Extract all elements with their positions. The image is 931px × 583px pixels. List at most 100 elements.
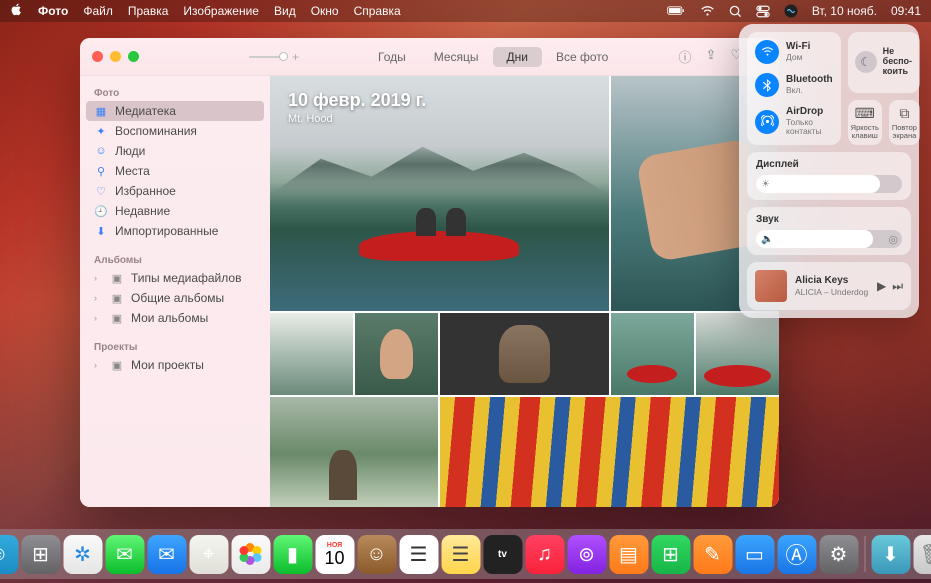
dock-facetime-icon[interactable]: ▮ bbox=[273, 535, 312, 574]
menubar-app-name[interactable]: Фото bbox=[38, 4, 68, 18]
menubar-item-view[interactable]: Вид bbox=[274, 4, 296, 18]
folder-icon: ▣ bbox=[110, 311, 124, 325]
sidebar-item-imports[interactable]: ⬇Импортированные bbox=[80, 221, 270, 241]
photo-thumbnail[interactable] bbox=[270, 313, 353, 395]
dock-mail-icon[interactable]: ✉ bbox=[147, 535, 186, 574]
dock-numbers-icon[interactable]: ⊞ bbox=[651, 535, 690, 574]
sidebar-item-shared[interactable]: ›▣Общие альбомы bbox=[80, 288, 270, 308]
sidebar-item-myalbums[interactable]: ›▣Мои альбомы bbox=[80, 308, 270, 328]
dock-tv-icon[interactable]: tv bbox=[483, 535, 522, 574]
sidebar-item-places[interactable]: ⚲Места bbox=[80, 161, 270, 181]
control-center-icon[interactable] bbox=[756, 5, 770, 18]
airdrop-toggle[interactable]: AirDropТолько контакты bbox=[755, 106, 833, 137]
photos-window: + Годы Месяцы Дни Все фото ⓘ ⇪ ♡ ↺ Фото … bbox=[80, 38, 779, 507]
dock-settings-icon[interactable]: ⚙ bbox=[819, 535, 858, 574]
close-button[interactable] bbox=[92, 51, 103, 62]
zoom-button[interactable] bbox=[128, 51, 139, 62]
screen-mirror-icon: ⧉ bbox=[892, 105, 917, 122]
dock-podcasts-icon[interactable]: ⊚ bbox=[567, 535, 606, 574]
minimize-button[interactable] bbox=[110, 51, 121, 62]
dock-finder-icon[interactable]: ☺ bbox=[0, 535, 18, 574]
display-brightness-slider[interactable]: ☀ bbox=[756, 175, 902, 193]
segment-years[interactable]: Годы bbox=[364, 47, 420, 67]
view-segmented-control: Годы Месяцы Дни Все фото bbox=[364, 47, 622, 67]
dock-separator bbox=[864, 536, 865, 572]
sidebar-item-recents[interactable]: 🕘Недавние bbox=[80, 201, 270, 221]
menubar-date[interactable]: Вт, 10 нояб. bbox=[812, 4, 877, 18]
titlebar: + Годы Месяцы Дни Все фото ⓘ ⇪ ♡ ↺ bbox=[80, 38, 779, 76]
dock-contacts-icon[interactable]: ☺ bbox=[357, 535, 396, 574]
menubar-item-edit[interactable]: Правка bbox=[128, 4, 169, 18]
menubar-item-help[interactable]: Справка bbox=[354, 4, 401, 18]
airplay-audio-icon[interactable]: ◎ bbox=[888, 233, 898, 246]
photo-thumbnail[interactable] bbox=[440, 397, 779, 507]
dock-calendar-icon[interactable]: НОЯ10 bbox=[315, 535, 354, 574]
import-icon: ⬇ bbox=[94, 224, 108, 238]
photo-thumbnail[interactable] bbox=[270, 397, 438, 507]
chevron-right-icon: › bbox=[94, 293, 102, 303]
dock: ☺ ⊞ ✲ ✉ ✉ ⌖ ▮ НОЯ10 ☺ ☰ ☰ tv ♫ ⊚ ▤ ⊞ ✎ ▭… bbox=[0, 529, 931, 579]
sidebar-header-projects: Проекты bbox=[80, 336, 270, 355]
wifi-toggle[interactable]: Wi-FiДом bbox=[755, 40, 833, 64]
folder-icon: ▣ bbox=[110, 291, 124, 305]
apple-menu-icon[interactable] bbox=[10, 3, 23, 19]
sun-icon: ☀ bbox=[761, 179, 770, 190]
menubar-time[interactable]: 09:41 bbox=[891, 4, 921, 18]
photo-thumbnail[interactable] bbox=[440, 313, 608, 395]
sidebar-item-people[interactable]: ☺Люди bbox=[80, 141, 270, 161]
play-icon[interactable]: ▶ bbox=[877, 279, 886, 294]
folder-icon: ▣ bbox=[110, 358, 124, 372]
share-icon[interactable]: ⇪ bbox=[706, 47, 717, 66]
photo-thumbnail[interactable] bbox=[611, 313, 694, 395]
dock-downloads-icon[interactable]: ⬇ bbox=[871, 535, 910, 574]
menubar-item-window[interactable]: Окно bbox=[311, 4, 339, 18]
sidebar-item-favorites[interactable]: ♡Избранное bbox=[80, 181, 270, 201]
segment-months[interactable]: Месяцы bbox=[420, 47, 493, 67]
menubar-item-image[interactable]: Изображение bbox=[183, 4, 259, 18]
search-icon[interactable] bbox=[729, 5, 742, 18]
screen-mirroring-button[interactable]: ⧉ Повтор экрана bbox=[889, 100, 920, 146]
dock-maps-icon[interactable]: ⌖ bbox=[189, 535, 228, 574]
next-track-icon[interactable]: ⏭ bbox=[892, 279, 903, 294]
dock-messages-icon[interactable]: ✉ bbox=[105, 535, 144, 574]
sidebar-item-myprojects[interactable]: ›▣Мои проекты bbox=[80, 355, 270, 375]
sidebar-item-mediatypes[interactable]: ›▣Типы медиафайлов bbox=[80, 268, 270, 288]
sidebar-item-library[interactable]: ▦Медиатека bbox=[86, 101, 264, 121]
photo-thumbnail[interactable] bbox=[696, 313, 779, 395]
sidebar-item-memories[interactable]: ✦Воспоминания bbox=[80, 121, 270, 141]
sound-volume-slider[interactable]: 🔈 ◎ bbox=[756, 230, 902, 248]
day-header: 10 февр. 2019 г. Mt. Hood bbox=[288, 90, 426, 125]
heart-icon: ♡ bbox=[94, 184, 108, 198]
dock-safari-icon[interactable]: ✲ bbox=[63, 535, 102, 574]
dnd-toggle[interactable]: ☾ Не беспо- коить bbox=[848, 32, 920, 93]
album-art bbox=[755, 270, 787, 302]
bluetooth-icon bbox=[755, 73, 779, 97]
dock-books-icon[interactable]: ▤ bbox=[609, 535, 648, 574]
dock-launchpad-icon[interactable]: ⊞ bbox=[21, 535, 60, 574]
menubar: Фото Файл Правка Изображение Вид Окно Сп… bbox=[0, 0, 931, 22]
info-icon[interactable]: ⓘ bbox=[679, 47, 692, 66]
siri-icon[interactable] bbox=[784, 4, 798, 18]
dock-trash-icon[interactable]: 🗑 bbox=[913, 535, 931, 574]
dock-music-icon[interactable]: ♫ bbox=[525, 535, 564, 574]
bluetooth-toggle[interactable]: BluetoothВкл. bbox=[755, 73, 833, 97]
segment-days[interactable]: Дни bbox=[493, 47, 542, 67]
dock-pages-icon[interactable]: ✎ bbox=[693, 535, 732, 574]
dock-appstore-icon[interactable]: Ⓐ bbox=[777, 535, 816, 574]
now-playing-tile[interactable]: Alicia Keys ALICIA – Underdog ▶ ⏭ bbox=[747, 262, 911, 310]
library-icon: ▦ bbox=[94, 104, 108, 118]
battery-icon[interactable] bbox=[666, 6, 686, 16]
photo-thumbnail[interactable] bbox=[355, 313, 438, 395]
menubar-item-file[interactable]: Файл bbox=[83, 4, 113, 18]
thumbnail-size-slider[interactable]: + bbox=[249, 50, 299, 64]
chevron-right-icon: › bbox=[94, 360, 102, 370]
photo-grid: 10 февр. 2019 г. Mt. Hood bbox=[270, 76, 779, 507]
segment-allphotos[interactable]: Все фото bbox=[542, 47, 622, 67]
connectivity-tile: Wi-FiДом BluetoothВкл. AirDropТолько кон… bbox=[747, 32, 841, 145]
dock-notes-icon[interactable]: ☰ bbox=[441, 535, 480, 574]
dock-reminders-icon[interactable]: ☰ bbox=[399, 535, 438, 574]
keyboard-brightness-button[interactable]: ⌨ Яркость клавиш bbox=[848, 100, 882, 146]
dock-keynote-icon[interactable]: ▭ bbox=[735, 535, 774, 574]
dock-photos-icon[interactable] bbox=[231, 535, 270, 574]
wifi-icon[interactable] bbox=[700, 6, 715, 17]
